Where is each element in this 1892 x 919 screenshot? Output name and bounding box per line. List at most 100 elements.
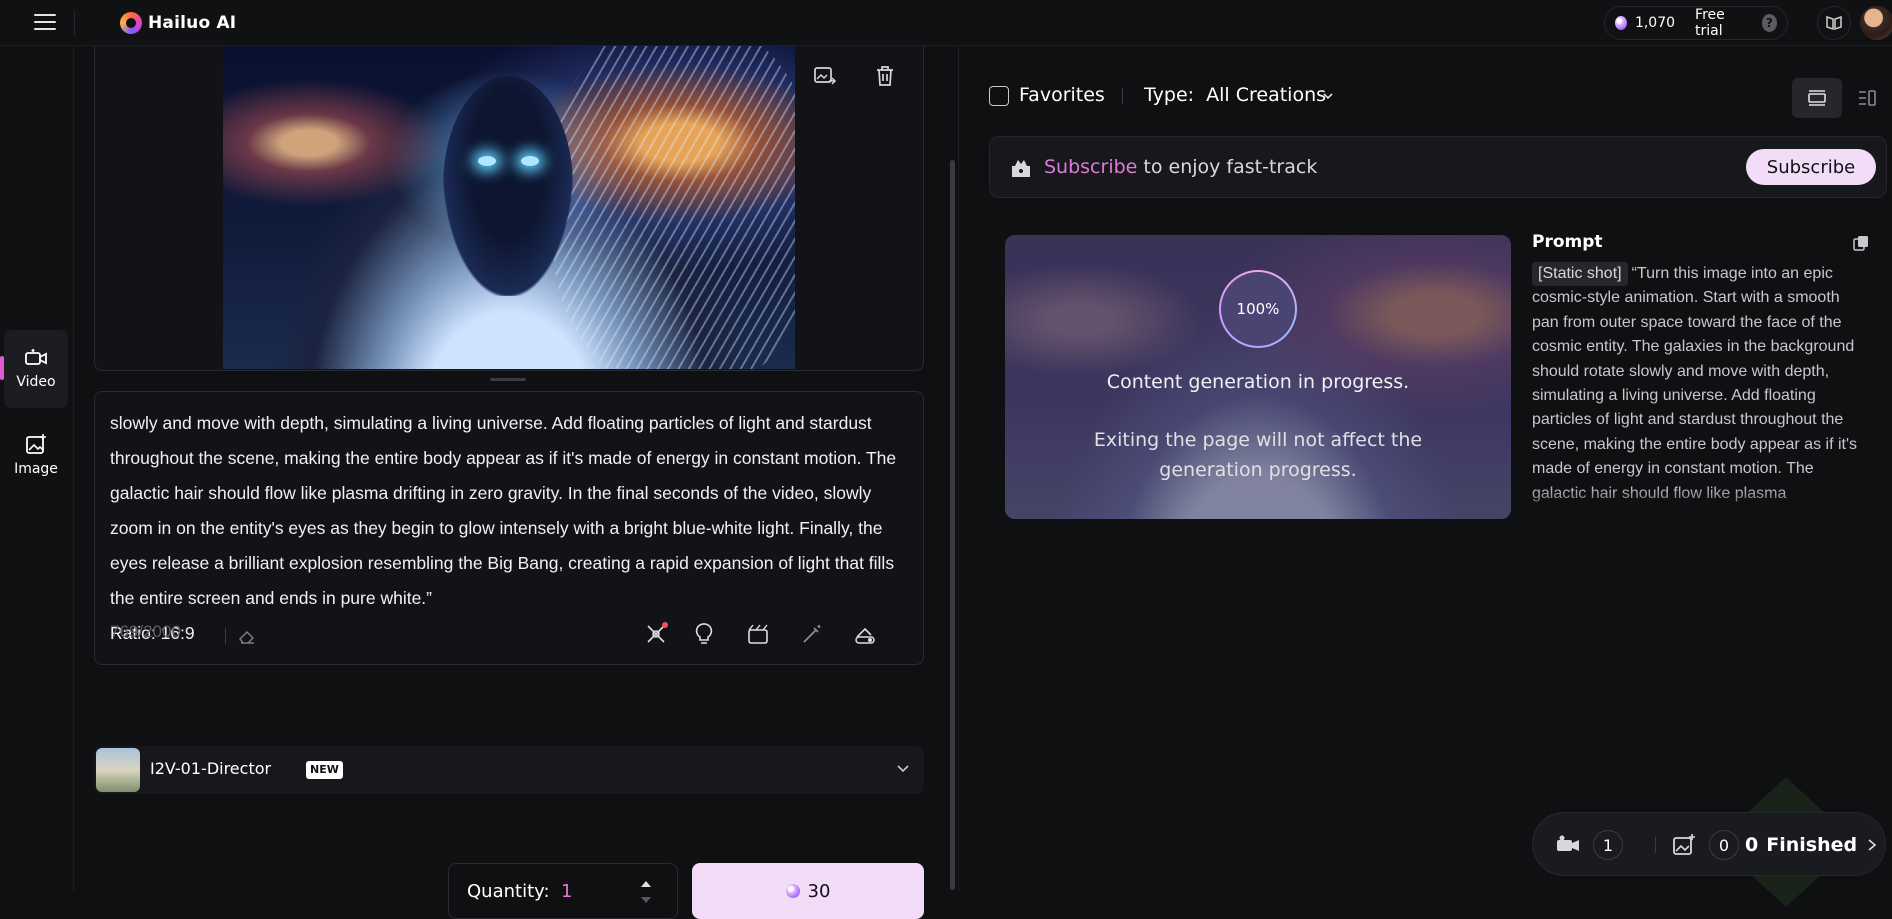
credits-count: 1,070 <box>1634 15 1676 31</box>
reference-image-preview[interactable] <box>223 46 795 369</box>
generation-card[interactable]: 100% Content generation in progress. Exi… <box>1005 235 1511 519</box>
credit-gem-icon <box>785 884 800 898</box>
magic-wand-icon <box>803 625 821 643</box>
model-thumbnail <box>96 748 140 792</box>
prompt-title: Prompt <box>1532 232 1603 252</box>
list-view-button[interactable] <box>1792 78 1842 118</box>
model-name: I2V-01-Director <box>150 759 272 778</box>
prompt-textarea[interactable]: slowly and move with depth, simulating a… <box>110 406 910 651</box>
left-panel-scrollbar[interactable] <box>950 160 955 890</box>
favorites-checkbox[interactable] <box>989 86 1009 106</box>
hailuo-logo-icon <box>120 12 142 34</box>
left-rail: Video Image <box>0 46 74 892</box>
generation-status: Content generation in progress. <box>1106 371 1410 393</box>
menu-icon[interactable] <box>34 14 56 32</box>
prompt-inspiration-button[interactable] <box>689 619 719 649</box>
chevron-right-icon <box>1868 839 1877 851</box>
crown-box-icon <box>1012 160 1030 177</box>
trash-icon <box>877 66 893 86</box>
image-swap-icon <box>814 67 837 85</box>
topbar-divider <box>74 10 75 36</box>
rail-item-video[interactable]: Video <box>0 330 68 408</box>
list-view-icon <box>1808 90 1826 106</box>
progress-ring: 100% <box>1219 270 1297 348</box>
chevron-down-icon <box>897 765 909 773</box>
rail-item-label: Video <box>16 374 56 390</box>
creation-panel: slowly and move with depth, simulating a… <box>74 46 954 919</box>
favorites-label[interactable]: Favorites <box>1019 84 1105 106</box>
model-selector[interactable]: I2V-01-Director NEW <box>94 746 924 794</box>
prompt-editor[interactable]: slowly and move with depth, simulating a… <box>94 391 924 665</box>
task-queue[interactable]: 1 0 0 Finished <box>1532 812 1886 876</box>
subscribe-link[interactable]: Subscribe <box>1044 156 1137 178</box>
subject-reference-button[interactable] <box>743 619 773 649</box>
lightbulb-icon <box>695 623 713 644</box>
image-left-eye <box>478 156 496 166</box>
reference-image-card <box>94 46 924 371</box>
image-queue-icon <box>1673 834 1695 855</box>
brand[interactable]: Hailuo AI <box>120 12 236 34</box>
generation-note: Exiting the page will not affect the gen… <box>1093 429 1423 481</box>
prompt-content: [Static shot] “Turn this image into an ep… <box>1532 262 1862 518</box>
camera-movement-button[interactable] <box>641 619 671 649</box>
finished-tasks-link[interactable]: 0 Finished <box>1745 834 1857 856</box>
subscribe-button[interactable]: Subscribe <box>1746 149 1876 185</box>
rail-item-image[interactable]: Image <box>4 416 68 494</box>
generate-button[interactable]: 30 <box>692 863 924 919</box>
new-badge: NEW <box>306 761 343 779</box>
user-avatar[interactable] <box>1860 6 1892 40</box>
type-filter-dropdown[interactable]: Type: All Creations <box>1144 84 1326 106</box>
type-label: Type: <box>1144 84 1195 106</box>
optimize-toggle-icon <box>855 627 875 644</box>
video-camera-icon <box>25 349 47 365</box>
filter-divider <box>1122 88 1123 104</box>
generate-cost: 30 <box>807 880 831 902</box>
prompt-fade <box>1532 486 1862 520</box>
rail-item-label: Image <box>14 461 58 477</box>
subscribe-message: Subscribe to enjoy fast-track <box>1044 156 1317 178</box>
clear-prompt-button[interactable] <box>235 624 259 648</box>
finished-count: 0 <box>1745 834 1759 856</box>
help-icon[interactable]: ? <box>1761 14 1778 32</box>
grid-view-button[interactable] <box>1842 78 1892 118</box>
free-trial-label[interactable]: Free trial <box>1695 7 1748 39</box>
film-clapper-icon <box>748 624 768 644</box>
subscribe-message-rest: to enjoy fast-track <box>1137 156 1318 178</box>
prompt-enhance-button[interactable] <box>797 619 827 649</box>
image-queue-count: 0 <box>1709 830 1739 860</box>
image-add-icon <box>26 434 46 454</box>
progress-percent: 100% <box>1221 272 1295 346</box>
book-icon <box>1826 15 1842 31</box>
prompt-text-content: slowly and move with depth, simulating a… <box>110 413 897 608</box>
image-hair-strands <box>553 46 795 369</box>
image-cosmic-face <box>443 76 573 296</box>
prompt-optimizer-toggle[interactable] <box>851 619 881 649</box>
copy-icon[interactable] <box>1852 234 1870 252</box>
new-dot <box>662 622 668 628</box>
eraser-icon <box>239 630 255 644</box>
video-queue-count: 1 <box>1593 830 1623 860</box>
finished-label: Finished <box>1766 834 1858 856</box>
replace-image-button[interactable] <box>809 60 841 92</box>
counter-divider <box>225 628 226 644</box>
stepper-arrows-icon[interactable] <box>639 876 653 908</box>
guide-book-button[interactable] <box>1817 6 1851 40</box>
prompt-body-text: “Turn this image into an epic cosmic-sty… <box>1532 265 1858 502</box>
type-value: All Creations <box>1206 84 1327 106</box>
subscribe-banner: Subscribe to enjoy fast-track Subscribe <box>989 136 1887 198</box>
brand-name: Hailuo AI <box>148 13 237 33</box>
credits-pill[interactable]: 1,070 Free trial ? <box>1604 6 1788 40</box>
view-toggle <box>1792 78 1892 118</box>
creations-panel: Favorites Type: All Creations Subscribe … <box>959 46 1892 907</box>
resize-handle[interactable] <box>490 378 526 381</box>
quantity-stepper[interactable]: Quantity: 1 <box>448 863 678 919</box>
top-bar: Hailuo AI 1,070 Free trial ? <box>0 0 1892 46</box>
delete-image-button[interactable] <box>869 60 901 92</box>
video-queue-icon <box>1557 835 1579 851</box>
prompt-tag: [Static shot] <box>1532 262 1628 287</box>
image-right-eye <box>521 156 539 166</box>
credit-gem-icon <box>1615 16 1627 30</box>
queue-divider <box>1655 837 1656 853</box>
char-counter: 769/2000 <box>110 622 181 641</box>
chevron-down-icon <box>1323 93 1333 100</box>
